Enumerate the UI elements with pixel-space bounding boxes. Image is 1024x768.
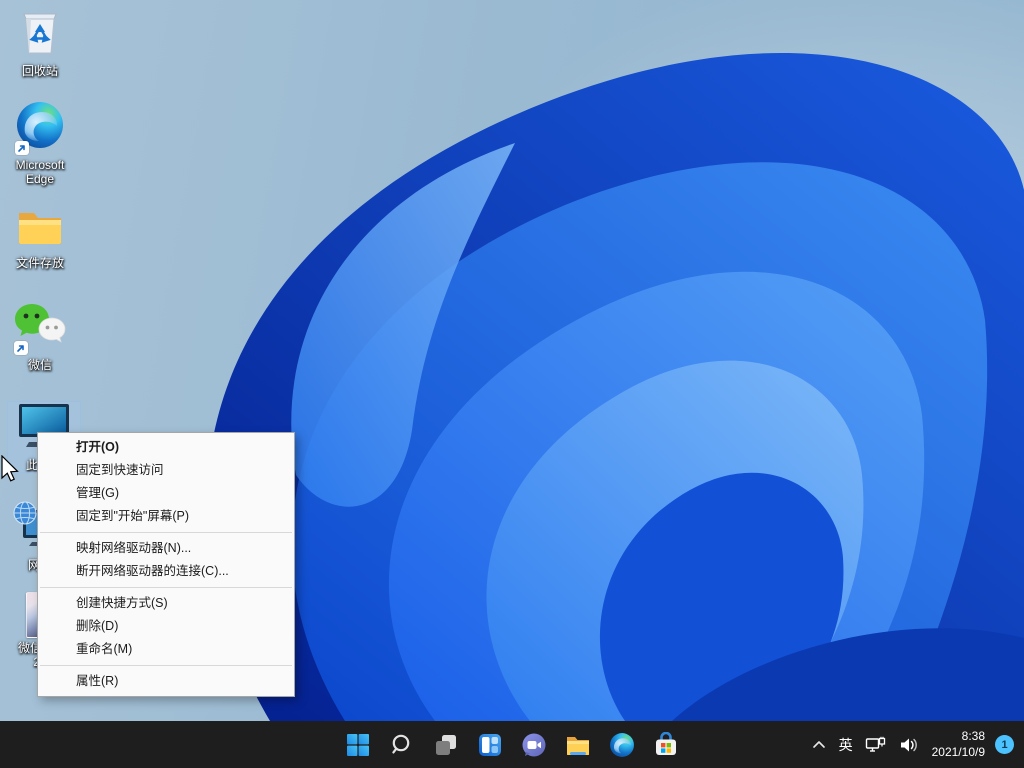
desktop-icon-label: 微信 <box>28 358 52 372</box>
menu-separator <box>40 587 292 588</box>
taskbar-center-icons <box>338 725 686 765</box>
desktop-icon-wechat[interactable]: 微信 <box>2 302 78 372</box>
shortcut-arrow-icon <box>15 141 29 155</box>
desktop-icon-recycle-bin[interactable]: 回收站 <box>2 6 78 78</box>
store-button[interactable] <box>646 725 686 765</box>
windows-start-icon <box>346 733 370 757</box>
ime-indicator[interactable]: 英 <box>834 725 858 765</box>
menu-item-pin-quick-access[interactable]: 固定到快速访问 <box>38 459 294 482</box>
edge-button[interactable] <box>602 725 642 765</box>
folder-icon <box>16 204 64 248</box>
desktop-icon-microsoft-edge[interactable]: Microsoft Edge <box>2 100 78 187</box>
chat-button[interactable] <box>514 725 554 765</box>
ime-language-label: 英 <box>839 735 853 755</box>
clock[interactable]: 8:38 2021/10/9 <box>926 725 991 765</box>
start-button[interactable] <box>338 725 378 765</box>
menu-item-manage[interactable]: 管理(G) <box>38 482 294 505</box>
network-tray-button[interactable] <box>860 725 892 765</box>
desktop-icon-label: Microsoft Edge <box>2 158 78 187</box>
menu-item-delete[interactable]: 删除(D) <box>38 615 294 638</box>
widgets-button[interactable] <box>470 725 510 765</box>
search-icon <box>390 733 414 757</box>
search-button[interactable] <box>382 725 422 765</box>
task-view-button[interactable] <box>426 725 466 765</box>
volume-tray-button[interactable] <box>894 725 924 765</box>
file-explorer-button[interactable] <box>558 725 598 765</box>
notification-count-badge[interactable]: 1 <box>995 735 1014 754</box>
menu-item-map-network-drive[interactable]: 映射网络驱动器(N)... <box>38 537 294 560</box>
tray-overflow-button[interactable] <box>806 725 832 765</box>
edge-taskbar-icon <box>609 732 635 758</box>
chat-icon <box>521 732 547 758</box>
menu-item-pin-to-start[interactable]: 固定到"开始"屏幕(P) <box>38 505 294 528</box>
task-view-icon <box>434 733 458 757</box>
ethernet-network-icon <box>865 736 887 754</box>
recycle-bin-icon <box>17 6 63 56</box>
file-explorer-icon <box>565 732 591 758</box>
menu-item-rename[interactable]: 重命名(M) <box>38 638 294 661</box>
menu-item-properties[interactable]: 属性(R) <box>38 670 294 693</box>
menu-item-open[interactable]: 打开(O) <box>38 436 294 459</box>
desktop-icon-label: 回收站 <box>22 64 58 78</box>
taskbar: 英 8:38 2021/10/9 <box>0 721 1024 768</box>
widgets-icon <box>478 733 502 757</box>
menu-separator <box>40 665 292 666</box>
context-menu: 打开(O) 固定到快速访问 管理(G) 固定到"开始"屏幕(P) 映射网络驱动器… <box>37 432 295 697</box>
desktop-icon-file-folder[interactable]: 文件存放 <box>2 204 78 270</box>
shortcut-arrow-icon <box>14 341 28 355</box>
chevron-up-icon <box>811 737 827 753</box>
menu-separator <box>40 532 292 533</box>
clock-date: 2021/10/9 <box>932 745 985 761</box>
desktop-icon-label: 文件存放 <box>16 256 64 270</box>
system-tray: 英 8:38 2021/10/9 <box>806 721 1020 768</box>
store-icon <box>653 732 679 758</box>
speaker-icon <box>899 736 919 754</box>
clock-time: 8:38 <box>932 729 985 745</box>
menu-item-create-shortcut[interactable]: 创建快捷方式(S) <box>38 592 294 615</box>
menu-item-disconnect-network-drive[interactable]: 断开网络驱动器的连接(C)... <box>38 560 294 583</box>
mouse-cursor <box>0 455 20 485</box>
